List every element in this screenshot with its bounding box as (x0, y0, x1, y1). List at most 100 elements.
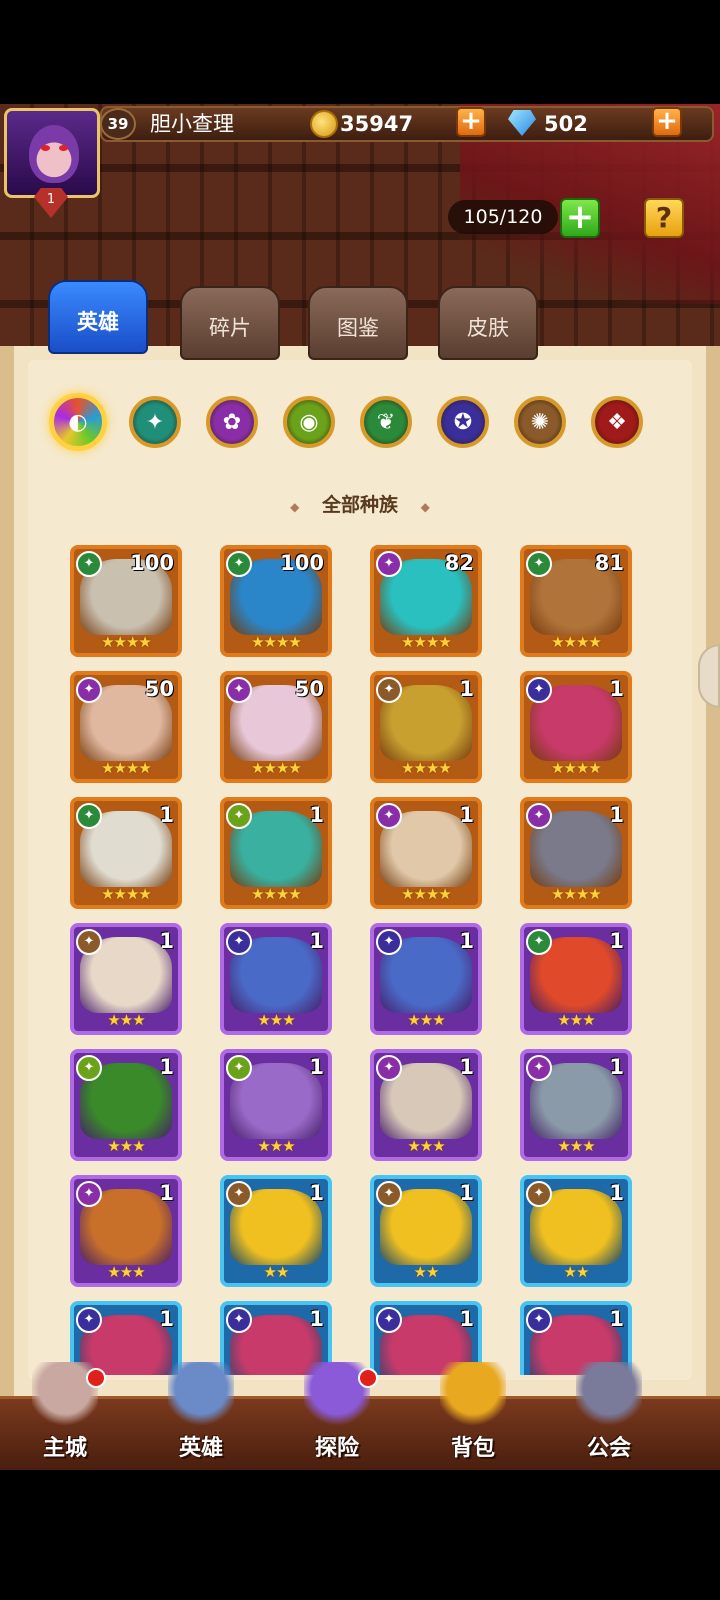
race-7-filter-icon[interactable]: ❖ (591, 396, 643, 448)
diamond-amount: 502 (544, 112, 588, 136)
expand-capacity-button[interactable]: + (560, 198, 600, 238)
hero-card[interactable]: ✦ 1 ★★★★ (370, 671, 482, 783)
hero-card[interactable]: ✦ 1 ★★★ (70, 923, 182, 1035)
hero-race-icon: ✦ (76, 929, 102, 955)
hero-race-icon: ✦ (226, 677, 252, 703)
nav-label: 探险 (314, 1436, 359, 1461)
hero-race-icon: ✦ (526, 803, 552, 829)
tab-heroes[interactable]: 英雄 (48, 280, 148, 354)
hero-count: 1 (609, 1307, 624, 1331)
nav-castle[interactable]: 主城 (10, 1362, 120, 1472)
hero-race-icon: ✦ (526, 677, 552, 703)
hero-star-rating: ★★★ (557, 1137, 595, 1155)
nav-label: 公会 (586, 1436, 631, 1461)
notification-dot (86, 1368, 106, 1388)
hero-star-rating: ★★★★ (401, 885, 452, 903)
hero-count: 82 (444, 551, 474, 575)
hero-star-rating: ★★★ (557, 1011, 595, 1029)
hero-card[interactable]: ✦ 1 ★★★ (70, 1049, 182, 1161)
hero-card[interactable]: ✦ 1 ★★★★ (520, 797, 632, 909)
hero-race-icon: ✦ (526, 1055, 552, 1081)
hero-count: 1 (609, 1181, 624, 1205)
hero-count: 1 (459, 1307, 474, 1331)
race-1-filter-icon[interactable]: ✦ (129, 396, 181, 448)
hero-card[interactable]: ✦ 1 ★★★ (220, 923, 332, 1035)
race-6-filter-icon[interactable]: ✺ (514, 396, 566, 448)
hero-card[interactable]: ✦ 1 ★★ (520, 1175, 632, 1287)
player-avatar[interactable] (4, 108, 100, 198)
hero-icon (168, 1362, 234, 1428)
hero-card[interactable]: ✦ 1 ★★ (220, 1175, 332, 1287)
hero-race-icon: ✦ (526, 551, 552, 577)
hero-count: 1 (609, 677, 624, 701)
hero-card[interactable]: ✦ 82 ★★★★ (370, 545, 482, 657)
hero-race-icon: ✦ (226, 803, 252, 829)
help-button[interactable]: ? (644, 198, 684, 238)
hero-count: 81 (594, 551, 624, 575)
hero-card[interactable]: ✦ 50 ★★★★ (70, 671, 182, 783)
hero-count: 1 (159, 1307, 174, 1331)
hero-star-rating: ★★ (263, 1263, 290, 1281)
side-drawer-handle[interactable] (698, 644, 720, 708)
tab-skins[interactable]: 皮肤 (438, 286, 538, 360)
nav-guild[interactable]: 公会 (554, 1362, 664, 1472)
ornament-left-icon: ◆ (290, 500, 300, 514)
add-gold-button[interactable]: + (456, 107, 486, 137)
hero-star-rating: ★★★★ (401, 633, 452, 651)
hero-card[interactable]: ✦ 1 ★★★★ (370, 797, 482, 909)
hero-card[interactable]: ✦ 1 ★★★ (370, 1049, 482, 1161)
hero-card[interactable]: ✦ 1 ★★★★ (70, 797, 182, 909)
hero-capacity: 105/120 (448, 200, 558, 234)
hero-card[interactable]: ✦ 1 ★★★ (220, 1049, 332, 1161)
all-races-filter-icon[interactable]: ◐ (49, 393, 107, 451)
hero-race-icon: ✦ (226, 1307, 252, 1333)
hero-card[interactable]: ✦ 1 ★★ (370, 1175, 482, 1287)
hero-count: 50 (294, 677, 324, 701)
hero-card[interactable]: ✦ 50 ★★★★ (220, 671, 332, 783)
hero-card[interactable]: ✦ 100 ★★★★ (220, 545, 332, 657)
hero-card[interactable]: ✦ 1 ★★★ (370, 923, 482, 1035)
hero-star-rating: ★★★★ (251, 759, 302, 777)
hero-card[interactable]: ✦ 100 ★★★★ (70, 545, 182, 657)
hero-star-rating: ★★★ (407, 1011, 445, 1029)
hero-card[interactable]: ✦ 81 ★★★★ (520, 545, 632, 657)
hero-count: 1 (309, 1055, 324, 1079)
hero-race-icon: ✦ (76, 1181, 102, 1207)
add-diamond-button[interactable]: + (652, 107, 682, 137)
hero-card[interactable]: ✦ 1 ★★★ (70, 1175, 182, 1287)
hero-card[interactable]: ✦ 1 ★★★★ (220, 797, 332, 909)
nav-backpack[interactable]: 背包 (418, 1362, 528, 1472)
hero-star-rating: ★★ (413, 1263, 440, 1281)
hero-card[interactable]: ✦ 1 ★★★ (520, 923, 632, 1035)
hero-card[interactable]: ✦ 1 ★★★ (520, 1049, 632, 1161)
race-2-filter-icon[interactable]: ✿ (206, 396, 258, 448)
hero-count: 1 (159, 1181, 174, 1205)
hero-race-icon: ✦ (76, 1055, 102, 1081)
hero-count: 1 (309, 1307, 324, 1331)
hero-race-icon: ✦ (376, 1055, 402, 1081)
tab-codex[interactable]: 图鉴 (308, 286, 408, 360)
race-4-filter-icon[interactable]: ❦ (360, 396, 412, 448)
hero-race-icon: ✦ (526, 1181, 552, 1207)
avatar-eye-right (59, 145, 68, 151)
hero-race-icon: ✦ (226, 929, 252, 955)
hero-count: 1 (309, 929, 324, 953)
nav-hero[interactable]: 英雄 (146, 1362, 256, 1472)
nav-portal[interactable]: 探险 (282, 1362, 392, 1472)
hero-count: 50 (144, 677, 174, 701)
hero-star-rating: ★★★ (107, 1011, 145, 1029)
tab-fragments[interactable]: 碎片 (180, 286, 280, 360)
hero-race-icon: ✦ (76, 803, 102, 829)
race-3-filter-icon[interactable]: ◉ (283, 396, 335, 448)
hero-grid: ✦ 100 ★★★★ ✦ 100 ★★★★ ✦ 82 ★★★★ ✦ 81 ★★★★ ✦ 50 ★★★★ ✦ 50… (70, 545, 650, 1375)
hero-count: 1 (309, 1181, 324, 1205)
gold-coin-icon (310, 110, 338, 138)
player-name: 胆小查理 (150, 112, 234, 136)
avatar-eye-left (41, 145, 50, 151)
hero-count: 100 (130, 551, 174, 575)
hero-race-icon: ✦ (226, 1181, 252, 1207)
race-5-filter-icon[interactable]: ✪ (437, 396, 489, 448)
hero-race-icon: ✦ (526, 1307, 552, 1333)
hero-race-icon: ✦ (376, 677, 402, 703)
hero-card[interactable]: ✦ 1 ★★★★ (520, 671, 632, 783)
